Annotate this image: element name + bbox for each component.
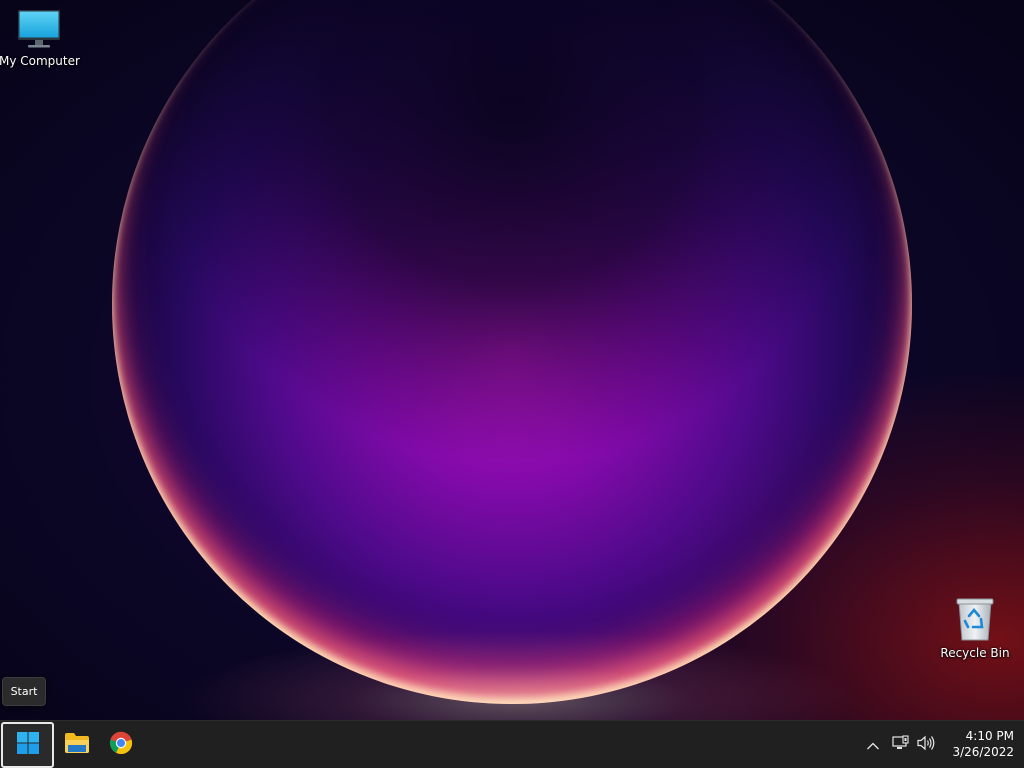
folder-icon xyxy=(64,732,90,758)
start-tooltip: Start xyxy=(2,677,46,706)
clock-date: 3/26/2022 xyxy=(952,745,1014,759)
start-button[interactable] xyxy=(1,722,54,768)
volume-button[interactable] xyxy=(914,733,938,757)
chrome-icon xyxy=(109,731,133,759)
chrome-button[interactable] xyxy=(99,723,143,767)
taskbar: 4:10 PM 3/26/2022 xyxy=(0,720,1024,768)
taskbar-clock[interactable]: 4:10 PM 3/26/2022 xyxy=(940,728,1014,762)
desktop-icon-recycle-bin[interactable]: Recycle Bin xyxy=(935,596,1015,660)
monitor-icon xyxy=(0,8,79,50)
windows-logo-icon xyxy=(16,731,40,759)
network-icon xyxy=(892,735,910,755)
wallpaper-orb xyxy=(112,0,912,704)
desktop-wallpaper xyxy=(0,0,1024,720)
desktop-icon-my-computer[interactable]: My Computer xyxy=(0,8,80,68)
show-hidden-icons-button[interactable] xyxy=(862,733,884,757)
recycle-bin-icon xyxy=(935,596,1015,642)
chevron-up-icon xyxy=(866,736,880,755)
desktop-icon-label: Recycle Bin xyxy=(940,646,1010,660)
file-explorer-button[interactable] xyxy=(55,723,99,767)
network-button[interactable] xyxy=(890,733,912,757)
clock-time: 4:10 PM xyxy=(965,729,1014,743)
desktop-icon-label: My Computer xyxy=(0,54,80,68)
volume-icon xyxy=(916,735,936,755)
wallpaper-glow xyxy=(160,600,880,720)
